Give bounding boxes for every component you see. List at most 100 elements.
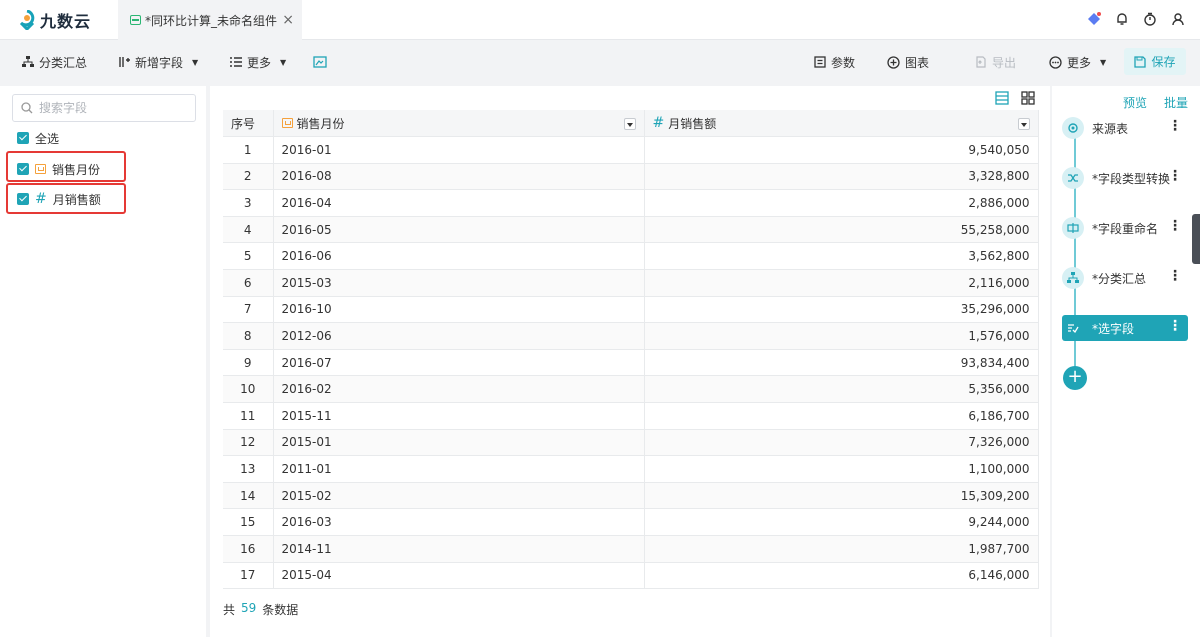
step-source-table[interactable]: 来源表 ⋮ bbox=[1062, 115, 1188, 141]
preview-link[interactable]: 预览 bbox=[1123, 94, 1147, 111]
sales-month-cell: 2015-04 bbox=[273, 562, 644, 589]
row-index-cell: 14 bbox=[223, 482, 273, 509]
table-row[interactable]: 82012-061,576,000 bbox=[223, 323, 1038, 350]
table-view-icon[interactable] bbox=[994, 90, 1010, 106]
column-header-monthly-sales[interactable]: #月销售额 bbox=[644, 110, 1038, 137]
step-rename-field[interactable]: *字段重命名 ⋮ bbox=[1062, 215, 1188, 241]
ai-assistant-icon[interactable] bbox=[1086, 11, 1102, 27]
app-logo[interactable]: 九数云 bbox=[18, 8, 91, 32]
add-column-icon bbox=[118, 56, 130, 68]
notification-bell-icon[interactable] bbox=[1114, 11, 1130, 27]
app-name: 九数云 bbox=[40, 8, 91, 32]
side-collapse-handle[interactable] bbox=[1192, 214, 1200, 264]
row-index-cell: 2 bbox=[223, 163, 273, 190]
list-icon bbox=[230, 56, 242, 68]
timer-icon[interactable] bbox=[1142, 11, 1158, 27]
rename-icon bbox=[1062, 217, 1084, 239]
image-button[interactable] bbox=[313, 53, 327, 71]
batch-link[interactable]: 批量 bbox=[1164, 94, 1188, 111]
field-item-monthly-sales[interactable]: # 月销售额 bbox=[17, 189, 101, 209]
row-index-cell: 6 bbox=[223, 270, 273, 297]
field-item-sales-month[interactable]: 销售月份 bbox=[17, 159, 100, 179]
sales-month-cell: 2016-08 bbox=[273, 163, 644, 190]
table-row[interactable]: 42016-0555,258,000 bbox=[223, 216, 1038, 243]
step-group-summary[interactable]: *分类汇总 ⋮ bbox=[1062, 265, 1188, 291]
more-menu-right[interactable]: 更多 ▼ bbox=[1049, 53, 1106, 71]
table-row[interactable]: 112015-116,186,700 bbox=[223, 403, 1038, 430]
header-label: 月销售额 bbox=[668, 115, 716, 132]
table-header-row: 序号 销售月份 #月销售额 bbox=[223, 110, 1038, 137]
sales-month-cell: 2016-05 bbox=[273, 216, 644, 243]
add-field-button[interactable]: 新增字段 ▼ bbox=[118, 53, 198, 71]
more-circle-icon bbox=[1049, 56, 1062, 69]
monthly-sales-cell: 9,244,000 bbox=[644, 509, 1038, 536]
export-button[interactable]: 导出 bbox=[975, 53, 1016, 71]
step-type-convert[interactable]: *字段类型转换 ⋮ bbox=[1062, 165, 1188, 191]
top-right-icons bbox=[1086, 11, 1186, 27]
row-index-cell: 13 bbox=[223, 456, 273, 483]
params-button[interactable]: 参数 bbox=[814, 53, 855, 71]
steps-panel: 预览 批量 来源表 ⋮ *字段类型转换 ⋮ *字段重命名 ⋮ *分类汇总 ⋮ *… bbox=[1052, 86, 1200, 637]
step-label: *字段类型转换 bbox=[1092, 170, 1170, 187]
source-icon bbox=[1062, 117, 1084, 139]
monthly-sales-cell: 1,987,700 bbox=[644, 536, 1038, 563]
more-menu-left[interactable]: 更多 ▼ bbox=[230, 53, 286, 71]
more-vertical-icon[interactable]: ⋮ bbox=[1168, 269, 1182, 283]
user-icon[interactable] bbox=[1170, 11, 1186, 27]
document-tab[interactable]: *同环比计算_未命名组件 × bbox=[118, 0, 302, 40]
table-row[interactable]: 142015-0215,309,200 bbox=[223, 482, 1038, 509]
add-step-button[interactable]: + bbox=[1063, 366, 1087, 390]
top-bar: 九数云 *同环比计算_未命名组件 × bbox=[0, 0, 1200, 40]
monthly-sales-cell: 55,258,000 bbox=[644, 216, 1038, 243]
data-table: 序号 销售月份 #月销售额 12016-019,540,05022016-083… bbox=[223, 110, 1039, 589]
grid-view-icon[interactable] bbox=[1020, 90, 1036, 106]
more-vertical-icon[interactable]: ⋮ bbox=[1168, 169, 1182, 183]
column-header-sales-month[interactable]: 销售月份 bbox=[273, 110, 644, 137]
monthly-sales-cell: 6,186,700 bbox=[644, 403, 1038, 430]
more-vertical-icon[interactable]: ⋮ bbox=[1168, 319, 1182, 333]
chart-button[interactable]: 图表 bbox=[887, 53, 929, 71]
search-input[interactable] bbox=[39, 101, 179, 115]
step-label: *字段重命名 bbox=[1092, 220, 1158, 237]
row-index-cell: 12 bbox=[223, 429, 273, 456]
row-index-cell: 5 bbox=[223, 243, 273, 270]
close-tab-icon[interactable]: × bbox=[282, 12, 294, 28]
table-row[interactable]: 152016-039,244,000 bbox=[223, 509, 1038, 536]
column-menu-dropdown-icon[interactable] bbox=[624, 118, 636, 130]
more-right-label: 更多 bbox=[1067, 54, 1091, 71]
table-row[interactable]: 102016-025,356,000 bbox=[223, 376, 1038, 403]
group-summary-button[interactable]: 分类汇总 bbox=[22, 53, 87, 71]
table-row[interactable]: 92016-0793,834,400 bbox=[223, 349, 1038, 376]
monthly-sales-cell: 7,326,000 bbox=[644, 429, 1038, 456]
monthly-sales-cell: 3,328,800 bbox=[644, 163, 1038, 190]
document-tab-label: *同环比计算_未命名组件 bbox=[145, 12, 277, 29]
add-field-label: 新增字段 bbox=[135, 54, 183, 71]
table-row[interactable]: 62015-032,116,000 bbox=[223, 270, 1038, 297]
more-left-label: 更多 bbox=[247, 54, 271, 71]
row-index-cell: 3 bbox=[223, 190, 273, 217]
monthly-sales-cell: 93,834,400 bbox=[644, 349, 1038, 376]
table-row[interactable]: 122015-017,326,000 bbox=[223, 429, 1038, 456]
sales-month-cell: 2016-07 bbox=[273, 349, 644, 376]
table-row[interactable]: 172015-046,146,000 bbox=[223, 562, 1038, 589]
monthly-sales-cell: 3,562,800 bbox=[644, 243, 1038, 270]
sales-month-cell: 2011-01 bbox=[273, 456, 644, 483]
table-row[interactable]: 132011-011,100,000 bbox=[223, 456, 1038, 483]
table-row[interactable]: 52016-063,562,800 bbox=[223, 243, 1038, 270]
step-select-fields[interactable]: *选字段 ⋮ bbox=[1062, 315, 1188, 341]
table-row[interactable]: 72016-1035,296,000 bbox=[223, 296, 1038, 323]
chevron-down-icon: ▼ bbox=[1100, 58, 1106, 67]
step-label: *分类汇总 bbox=[1092, 270, 1146, 287]
table-row[interactable]: 32016-042,886,000 bbox=[223, 190, 1038, 217]
column-menu-dropdown-icon[interactable] bbox=[1018, 118, 1030, 130]
save-button[interactable]: 保存 bbox=[1124, 48, 1186, 75]
more-vertical-icon[interactable]: ⋮ bbox=[1168, 219, 1182, 233]
more-vertical-icon[interactable]: ⋮ bbox=[1168, 119, 1182, 133]
field-search[interactable] bbox=[12, 94, 196, 122]
row-index-cell: 1 bbox=[223, 137, 273, 164]
table-row[interactable]: 12016-019,540,050 bbox=[223, 137, 1038, 164]
field-label: 销售月份 bbox=[52, 161, 100, 178]
table-row[interactable]: 22016-083,328,800 bbox=[223, 163, 1038, 190]
select-all-checkbox[interactable]: 全选 bbox=[17, 128, 59, 148]
table-row[interactable]: 162014-111,987,700 bbox=[223, 536, 1038, 563]
